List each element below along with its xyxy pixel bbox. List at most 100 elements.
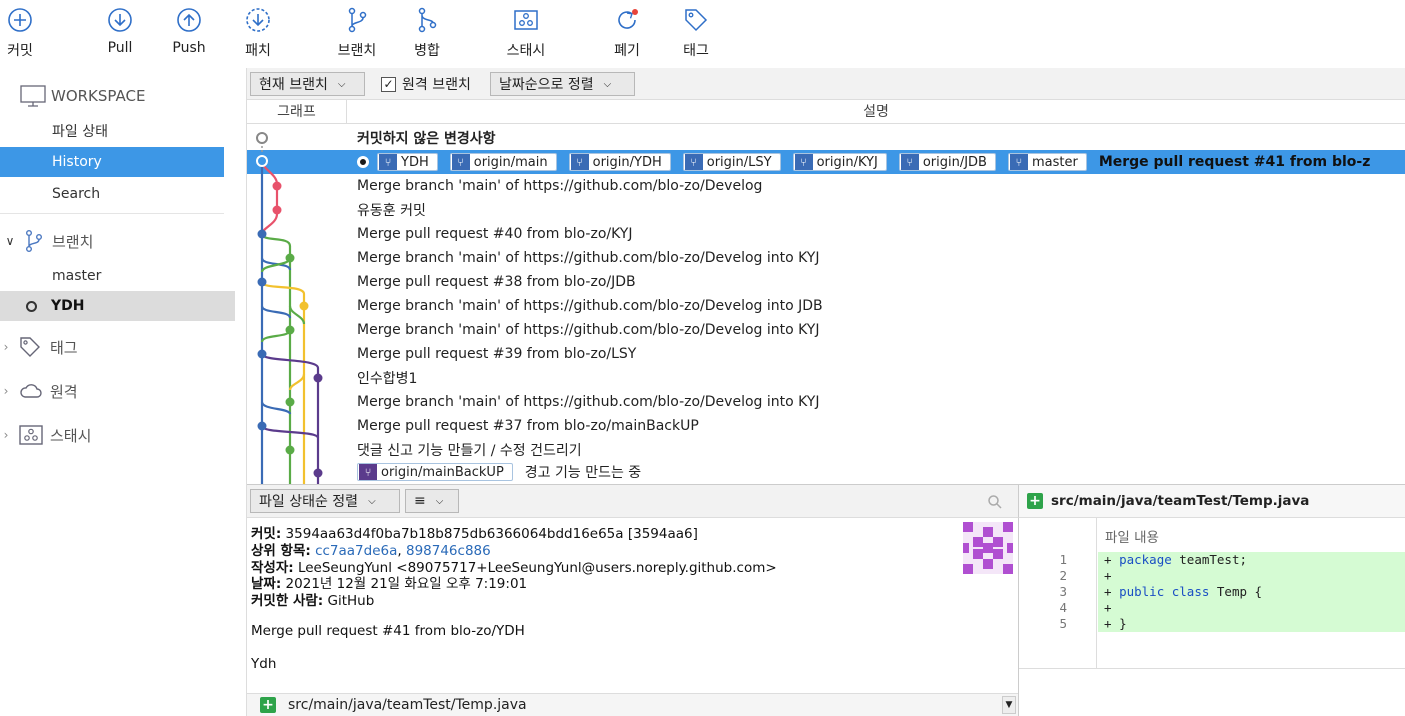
diff-prefix: + bbox=[1104, 552, 1120, 567]
sidebar-divider bbox=[0, 213, 224, 214]
file-sort-dropdown[interactable]: 파일 상태순 정렬 ⌵ bbox=[250, 489, 400, 513]
ref-label[interactable]: ⑂ origin/JDB bbox=[898, 153, 996, 171]
ref-label-text: origin/main bbox=[473, 154, 548, 170]
table-row[interactable]: Merge pull request #39 from blo-zo/LSY bbox=[357, 342, 636, 366]
table-row-selected[interactable]: ⑂ YDH ⑂ origin/main ⑂ origin/YDH ⑂ origin/LSY ⑂ o… bbox=[247, 150, 1405, 174]
graph-node bbox=[313, 373, 323, 383]
ref-label[interactable]: ⑂ YDH bbox=[377, 153, 438, 171]
column-header-graph[interactable]: 그래프 bbox=[247, 100, 347, 124]
table-row-uncommitted[interactable]: 커밋하지 않은 변경사항 bbox=[357, 126, 496, 150]
diff-prefix: + bbox=[1104, 600, 1112, 615]
changed-file-row[interactable]: + src/main/java/teamTest/Temp.java bbox=[260, 697, 527, 713]
diff-header: + src/main/java/teamTest/Temp.java bbox=[1018, 484, 1405, 518]
stashes-section[interactable]: › 스태시 bbox=[0, 420, 91, 450]
diff-keyword: public class bbox=[1119, 584, 1210, 599]
ref-label[interactable]: ⑂ origin/KYJ bbox=[792, 153, 887, 171]
ref-label[interactable]: ⑂ origin/LSY bbox=[682, 153, 781, 171]
branch-icon: ⑂ bbox=[794, 154, 813, 170]
table-row[interactable]: 댓글 신고 기능 만들기 / 수정 건드리기 bbox=[357, 438, 582, 462]
remotes-section[interactable]: › 원격 bbox=[0, 376, 78, 406]
commit-message: 유동훈 커밋 bbox=[357, 203, 426, 219]
commit-message: 인수합병1 bbox=[357, 371, 418, 387]
graph-node bbox=[272, 205, 282, 215]
table-row[interactable]: Merge branch 'main' of https://github.co… bbox=[357, 174, 762, 198]
discard-label: 폐기 bbox=[614, 43, 640, 59]
table-row[interactable]: Merge branch 'main' of https://github.co… bbox=[357, 294, 823, 318]
diff-prefix: + bbox=[1104, 584, 1120, 599]
push-label: Push bbox=[172, 40, 206, 56]
diff-prefix: + bbox=[1104, 568, 1112, 583]
table-row[interactable]: Merge pull request #37 from blo-zo/mainB… bbox=[357, 414, 699, 438]
commit-message: Merge branch 'main' of https://github.co… bbox=[357, 394, 820, 410]
graph-node bbox=[285, 253, 295, 263]
diff-line-added: 3 + public class Temp { bbox=[1019, 584, 1405, 600]
table-row[interactable]: 인수합병1 bbox=[357, 366, 417, 390]
table-row[interactable]: Merge branch 'main' of https://github.co… bbox=[357, 390, 820, 414]
file-added-icon: + bbox=[1027, 493, 1043, 509]
graph-node bbox=[257, 277, 267, 287]
arrow-up-circle-icon bbox=[177, 8, 201, 32]
line-number: 5 bbox=[1059, 616, 1067, 631]
sidebar-item-search[interactable]: Search bbox=[0, 179, 100, 209]
graph-lane-blue-branch-2 bbox=[260, 305, 292, 319]
file-sort-value: 파일 상태순 정렬 bbox=[259, 494, 359, 510]
history-list[interactable]: ⑂ YDH ⑂ origin/main ⑂ origin/YDH ⑂ origin/LSY ⑂ o… bbox=[247, 124, 1405, 484]
ref-label-text: origin/LSY bbox=[706, 154, 772, 170]
committer-label: 커밋한 사람: bbox=[251, 593, 324, 609]
remote-branches-checkbox[interactable]: ✓ 원격 브랜치 bbox=[381, 72, 471, 96]
view-mode-dropdown[interactable]: ≡ ⌵ bbox=[405, 489, 459, 513]
scroll-down-arrow-icon[interactable]: ▼ bbox=[1002, 696, 1016, 714]
graph-lane-blue-branch-3 bbox=[260, 401, 292, 415]
commit-message: Merge branch 'main' of https://github.co… bbox=[357, 178, 763, 194]
sidebar-item-branch-ydh[interactable]: YDH bbox=[0, 291, 235, 321]
committer-line: 커밋한 사람: GitHub bbox=[251, 589, 374, 609]
commit-message: Merge branch 'main' of https://github.co… bbox=[357, 250, 820, 266]
pull-button[interactable]: Pull bbox=[92, 6, 148, 56]
table-row[interactable]: Merge pull request #38 from blo-zo/JDB bbox=[357, 270, 636, 294]
table-row[interactable]: Merge branch 'main' of https://github.co… bbox=[357, 318, 820, 342]
sidebar-item-history[interactable]: History bbox=[0, 147, 224, 177]
graph-lane-yellow-2 bbox=[288, 373, 306, 391]
commit-message: 경고 기능 만드는 중 bbox=[524, 465, 642, 481]
tags-section[interactable]: › 태그 bbox=[0, 332, 78, 362]
checkbox-checked-icon: ✓ bbox=[381, 76, 396, 92]
push-button[interactable]: Push bbox=[161, 6, 217, 56]
branches-label: 브랜치 bbox=[52, 232, 94, 251]
merge-button[interactable]: 병합 bbox=[399, 6, 455, 60]
ref-label[interactable]: ⑂ origin/YDH bbox=[568, 153, 671, 171]
branch-scope-dropdown[interactable]: 현재 브랜치 ⌵ bbox=[250, 72, 365, 96]
branches-section[interactable]: ∨ 브랜치 bbox=[0, 226, 93, 256]
search-icon[interactable] bbox=[987, 494, 1003, 510]
ref-label[interactable]: ⑂ origin/main bbox=[449, 153, 557, 171]
tag-button[interactable]: 태그 bbox=[668, 6, 724, 60]
commit-message: Merge pull request #41 from blo-z bbox=[1098, 154, 1371, 170]
discard-button[interactable]: 폐기 bbox=[599, 6, 655, 60]
branch-button[interactable]: 브랜치 bbox=[329, 6, 385, 60]
commit-message: 커밋하지 않은 변경사항 bbox=[357, 131, 496, 147]
sort-order-dropdown[interactable]: 날짜순으로 정렬 ⌵ bbox=[490, 72, 635, 96]
chevron-right-icon: › bbox=[3, 384, 9, 398]
sidebar-item-branch-master[interactable]: master bbox=[0, 261, 101, 291]
stash-icon bbox=[514, 10, 538, 30]
patch-button[interactable]: 패치 bbox=[230, 6, 286, 60]
table-row[interactable]: Merge branch 'main' of https://github.co… bbox=[357, 246, 820, 270]
diff-text: teamTest; bbox=[1171, 552, 1248, 567]
graph-node bbox=[285, 397, 295, 407]
history-filter-bar: 현재 브랜치 ⌵ ✓ 원격 브랜치 날짜순으로 정렬 ⌵ bbox=[247, 68, 1405, 100]
ref-label[interactable]: ⑂ master bbox=[1007, 153, 1087, 171]
stash-button[interactable]: 스태시 bbox=[498, 6, 554, 60]
branch-icon: ⑂ bbox=[570, 154, 589, 170]
chevron-down-icon: ⌵ bbox=[603, 78, 612, 90]
sidebar-item-file-status[interactable]: 파일 상태 bbox=[0, 116, 108, 146]
line-number: 3 bbox=[1059, 584, 1067, 599]
table-row[interactable]: ⑂ origin/mainBackUP 경고 기능 만드는 중 bbox=[357, 460, 641, 484]
details-toolbar: 파일 상태순 정렬 ⌵ ≡ ⌵ bbox=[247, 484, 1018, 518]
commit-label: 커밋 bbox=[7, 43, 33, 59]
commit-button[interactable]: 커밋 bbox=[0, 6, 48, 60]
table-row[interactable]: Merge pull request #40 from blo-zo/KYJ bbox=[357, 222, 632, 246]
table-row[interactable]: 유동훈 커밋 bbox=[357, 198, 426, 222]
diff-line-added: 1 + package teamTest; bbox=[1019, 552, 1405, 568]
patch-label: 패치 bbox=[245, 43, 271, 59]
column-header-description[interactable]: 설명 bbox=[347, 100, 1405, 124]
line-number: 1 bbox=[1059, 552, 1067, 567]
